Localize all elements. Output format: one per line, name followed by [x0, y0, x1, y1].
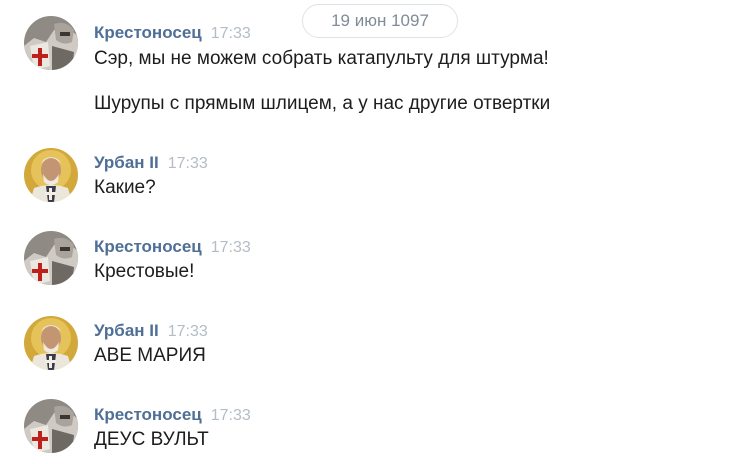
- message-time: 17:33: [210, 25, 251, 42]
- pope-avatar[interactable]: [24, 316, 78, 370]
- crusader-avatar[interactable]: [24, 16, 78, 70]
- author-name[interactable]: Крестоносец: [94, 237, 202, 256]
- message-text: Какие?: [94, 177, 156, 198]
- crusader-avatar[interactable]: [24, 399, 78, 453]
- message-time: 17:33: [210, 239, 251, 256]
- pope-avatar[interactable]: [24, 148, 78, 202]
- author-name[interactable]: Крестоносец: [94, 405, 202, 424]
- message-text: АВЕ МАРИЯ: [94, 345, 206, 366]
- author-name[interactable]: Урбан II: [94, 153, 159, 172]
- message-text: Сэр, мы не можем собрать катапульту для …: [94, 48, 549, 69]
- crusader-avatar[interactable]: [24, 231, 78, 285]
- message-time: 17:33: [167, 155, 208, 172]
- date-divider: 19 июн 1097: [302, 4, 458, 38]
- author-name[interactable]: Урбан II: [94, 321, 159, 340]
- message-text: ДЕУС ВУЛЬТ: [94, 429, 209, 450]
- message-time: 17:33: [210, 407, 251, 424]
- author-name[interactable]: Крестоносец: [94, 23, 202, 42]
- message-text: Крестовые!: [94, 261, 195, 282]
- message-time: 17:33: [167, 323, 208, 340]
- message-text: Шурупы с прямым шлицем, а у нас другие о…: [94, 93, 551, 114]
